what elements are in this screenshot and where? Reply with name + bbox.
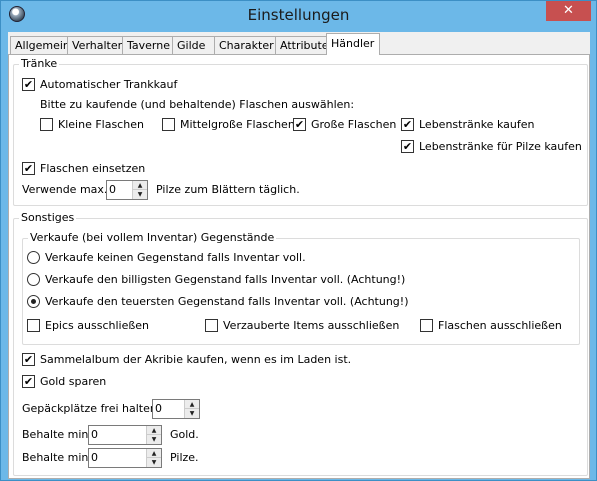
tab-panel-haendler: Tränke ✔ Automatischer Trankkauf Bitte zu… [8, 54, 590, 479]
lebenstraenke-pilze-label: Lebenstränke für Pilze kaufen [419, 140, 582, 153]
behalte-gold-suffix: Gold. [170, 428, 199, 441]
check-icon: ✔ [293, 118, 306, 131]
sammelalbum-label: Sammelalbum der Akribie kaufen, wenn es … [40, 353, 352, 366]
unchecked-box [27, 319, 40, 332]
radio-keinen-label: Verkaufe keinen Gegenstand falls Inventa… [45, 251, 306, 264]
spin-down-icon[interactable]: ▼ [147, 458, 161, 467]
gold-sparen-checkbox[interactable]: ✔ Gold sparen [22, 375, 106, 391]
unchecked-box [205, 319, 218, 332]
title-bar: Einstellungen ✕ [1, 1, 596, 31]
behalte-gold-label: Behalte min. [22, 428, 92, 441]
flaschen-einsetzen-label: Flaschen einsetzen [40, 162, 146, 175]
radio-billigsten-label: Verkaufe den billigsten Gegenstand falls… [45, 273, 406, 286]
tab-haendler[interactable]: Händler [326, 33, 380, 55]
radio-circle [27, 251, 40, 264]
gepaeck-label: Gepäckplätze frei halten: [22, 402, 161, 415]
behalte-gold-value: 0 [91, 428, 98, 441]
tab-taverne[interactable]: Taverne [122, 36, 173, 55]
grosse-flaschen-checkbox[interactable]: ✔ Große Flaschen [293, 118, 396, 134]
kleine-flaschen-label: Kleine Flaschen [58, 118, 144, 131]
auto-trankkauf-label: Automatischer Trankkauf [40, 78, 178, 91]
flaschen-prompt: Bitte zu kaufende (und behaltende) Flasc… [40, 98, 355, 111]
radio-billigsten[interactable]: Verkaufe den billigsten Gegenstand falls… [27, 273, 405, 289]
behalte-pilze-suffix: Pilze. [170, 451, 199, 464]
flaschen-ausschliessen-checkbox[interactable]: Flaschen ausschließen [420, 319, 562, 335]
gold-sparen-label: Gold sparen [40, 375, 107, 388]
spin-down-icon[interactable]: ▼ [147, 435, 161, 444]
grosse-flaschen-label: Große Flaschen [311, 118, 397, 131]
check-icon: ✔ [401, 140, 414, 153]
radio-teuersten[interactable]: Verkaufe den teuersten Gegenstand falls … [27, 295, 409, 311]
mittel-flaschen-checkbox[interactable]: Mittelgroße Flaschen [162, 118, 295, 134]
epics-label: Epics ausschließen [45, 319, 150, 332]
spin-down-icon[interactable]: ▼ [185, 409, 199, 418]
check-icon: ✔ [22, 162, 35, 175]
kleine-flaschen-checkbox[interactable]: Kleine Flaschen [40, 118, 144, 134]
tab-charakter[interactable]: Charakter [214, 36, 276, 55]
spin-up-icon[interactable]: ▲ [133, 181, 147, 190]
lebenstraenke-pilze-checkbox[interactable]: ✔ Lebenstränke für Pilze kaufen [401, 140, 582, 156]
behalte-pilze-value: 0 [91, 451, 98, 464]
epics-checkbox[interactable]: Epics ausschließen [27, 319, 149, 335]
tab-attribute[interactable]: Attribute [275, 36, 329, 55]
dialog-client: Allgemein Verhalten Taverne Gilde Charak… [8, 32, 590, 479]
verwende-stepper[interactable]: 0 ▲ ▼ [106, 180, 148, 200]
verzaubert-label: Verzauberte Items ausschließen [223, 319, 400, 332]
gepaeck-stepper[interactable]: 0 ▲ ▼ [152, 399, 200, 419]
verwende-label: Verwende max. [22, 183, 108, 196]
group-verkaufe-legend: Verkaufe (bei vollem Inventar) Gegenstän… [28, 231, 277, 244]
behalte-gold-stepper[interactable]: 0 ▲ ▼ [88, 425, 162, 445]
lebenstraenke-checkbox[interactable]: ✔ Lebenstränke kaufen [401, 118, 534, 134]
spin-up-icon[interactable]: ▲ [147, 426, 161, 435]
tab-allgemein[interactable]: Allgemein [10, 36, 70, 55]
lebenstraenke-label: Lebenstränke kaufen [419, 118, 535, 131]
behalte-pilze-stepper[interactable]: 0 ▲ ▼ [88, 448, 162, 468]
check-icon: ✔ [22, 78, 35, 91]
group-sonstiges-legend: Sonstiges [19, 211, 77, 224]
radio-selected [27, 295, 40, 308]
tab-gilde[interactable]: Gilde [172, 36, 215, 55]
mittel-flaschen-label: Mittelgroße Flaschen [180, 118, 295, 131]
tab-verhalten[interactable]: Verhalten [67, 36, 125, 55]
behalte-pilze-label: Behalte min. [22, 451, 92, 464]
auto-trankkauf-checkbox[interactable]: ✔ Automatischer Trankkauf [22, 78, 177, 94]
radio-teuersten-label: Verkaufe den teuersten Gegenstand falls … [45, 295, 409, 308]
unchecked-box [162, 118, 175, 131]
group-traenke-legend: Tränke [19, 57, 60, 70]
tab-strip: Allgemein Verhalten Taverne Gilde Charak… [8, 32, 590, 55]
close-button[interactable]: ✕ [546, 1, 591, 21]
group-verkaufe: Verkaufe (bei vollem Inventar) Gegenstän… [22, 231, 580, 345]
radio-keinen[interactable]: Verkaufe keinen Gegenstand falls Inventa… [27, 251, 306, 267]
check-icon: ✔ [22, 353, 35, 366]
group-traenke: Tränke ✔ Automatischer Trankkauf Bitte zu… [13, 57, 588, 206]
verzaubert-checkbox[interactable]: Verzauberte Items ausschließen [205, 319, 399, 335]
spin-up-icon[interactable]: ▲ [185, 400, 199, 409]
flaschen-einsetzen-checkbox[interactable]: ✔ Flaschen einsetzen [22, 162, 145, 178]
gepaeck-value: 0 [155, 402, 162, 415]
sammelalbum-checkbox[interactable]: ✔ Sammelalbum der Akribie kaufen, wenn es… [22, 353, 351, 369]
spin-up-icon[interactable]: ▲ [147, 449, 161, 458]
flaschen-ausschliessen-label: Flaschen ausschließen [438, 319, 562, 332]
verwende-value: 0 [109, 183, 116, 196]
check-icon: ✔ [22, 375, 35, 388]
settings-window: Einstellungen ✕ Allgemein Verhalten Tave… [0, 0, 597, 481]
check-icon: ✔ [401, 118, 414, 131]
unchecked-box [420, 319, 433, 332]
spin-down-icon[interactable]: ▼ [133, 190, 147, 199]
unchecked-box [40, 118, 53, 131]
window-title: Einstellungen [247, 6, 350, 24]
group-sonstiges: Sonstiges Verkaufe (bei vollem Inventar)… [13, 211, 588, 476]
radio-circle [27, 273, 40, 286]
verwende-suffix: Pilze zum Blättern täglich. [156, 183, 300, 196]
